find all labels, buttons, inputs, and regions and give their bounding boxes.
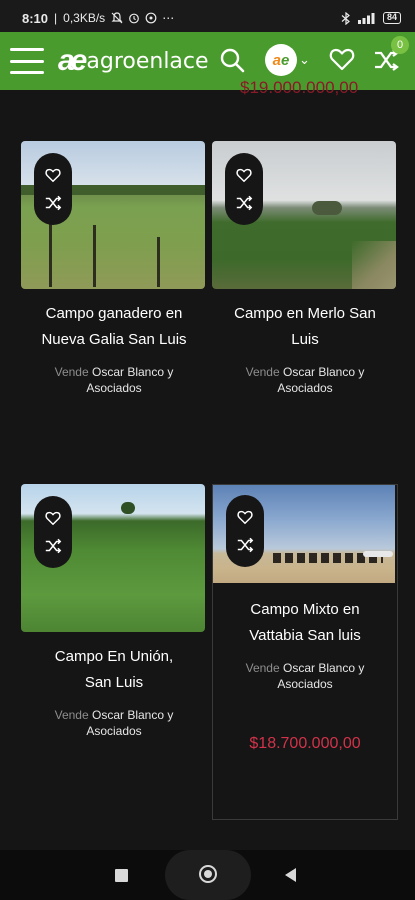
listing-card[interactable]: Campo En Unión, San Luis Vende Oscar Bla… [21, 484, 207, 754]
recent-apps-button[interactable] [115, 869, 128, 882]
listing-seller: Vende Oscar Blanco y Asociados [54, 365, 174, 395]
status-network-speed: 0,3KB/s [63, 11, 106, 25]
listing-photo[interactable] [212, 141, 396, 289]
heart-icon[interactable] [44, 166, 62, 184]
brand-mark: ae [58, 44, 87, 77]
search-icon[interactable] [218, 46, 246, 74]
shuffle-icon[interactable] [44, 194, 62, 212]
whatsapp-icon [145, 12, 157, 24]
bluetooth-icon [341, 11, 350, 25]
alarm-icon [129, 13, 140, 24]
seller-name[interactable]: Oscar Blanco y [283, 365, 364, 379]
shuffle-icon[interactable] [44, 537, 62, 555]
listing-seller: Vende Oscar Blanco y Asociados [245, 365, 365, 395]
seller-name[interactable]: Oscar Blanco y [92, 708, 173, 722]
listing-title[interactable]: Campo en Merlo San Luis [212, 301, 398, 353]
card-actions [34, 496, 72, 568]
listing-card[interactable]: Campo ganadero en Nueva Galia San Luis V… [21, 141, 207, 411]
home-button[interactable] [165, 850, 251, 900]
system-nav-bar [0, 850, 415, 900]
status-time: 8:10 [22, 10, 49, 26]
heart-icon[interactable] [44, 509, 62, 527]
battery-icon: 84 [382, 12, 401, 24]
listing-title[interactable]: Campo Mixto en Vattabia San luis [213, 597, 397, 649]
listing-seller: Vende Oscar Blanco y Asociados [54, 708, 174, 738]
cut-off-price: $19.000.000,00 [240, 78, 359, 97]
card-actions [225, 153, 263, 225]
seller-name[interactable]: Oscar Blanco y [283, 661, 364, 675]
card-actions [226, 495, 264, 567]
listing-card[interactable]: Campo en Merlo San Luis Vende Oscar Blan… [212, 141, 398, 411]
listing-price: $18.700.000,00 [249, 735, 361, 752]
listing-photo[interactable] [21, 484, 205, 632]
seller-name[interactable]: Oscar Blanco y [92, 365, 173, 379]
signal-icon [357, 13, 375, 24]
chevron-down-icon[interactable]: ⌄ [299, 52, 310, 68]
shuffle-icon[interactable] [236, 536, 254, 554]
listing-seller: Vende Oscar Blanco y Asociados [245, 661, 365, 691]
compare-count-badge: 0 [391, 36, 409, 54]
mute-bell-icon [111, 12, 123, 24]
status-bar: 8:10 | 0,3KB/s ⋯ 84 [0, 0, 415, 36]
user-avatar[interactable]: ae [265, 44, 297, 76]
brand-name: agroenlace [86, 48, 209, 74]
listing-photo[interactable] [21, 141, 205, 289]
heart-icon[interactable] [328, 45, 356, 73]
card-actions [34, 153, 72, 225]
heart-icon[interactable] [236, 508, 254, 526]
listing-title[interactable]: Campo ganadero en Nueva Galia San Luis [21, 301, 207, 353]
back-button[interactable] [285, 868, 296, 882]
listing-title[interactable]: Campo En Unión, San Luis [21, 644, 207, 696]
listing-photo[interactable] [213, 485, 395, 583]
brand-logo[interactable]: ae agroenlace [58, 46, 209, 76]
menu-icon[interactable] [10, 48, 44, 74]
more-notifications-icon: ⋯ [162, 11, 175, 25]
heart-icon[interactable] [235, 166, 253, 184]
shuffle-icon[interactable] [235, 194, 253, 212]
home-icon [199, 865, 217, 883]
listing-card[interactable]: Campo Mixto en Vattabia San luis Vende O… [212, 484, 398, 820]
